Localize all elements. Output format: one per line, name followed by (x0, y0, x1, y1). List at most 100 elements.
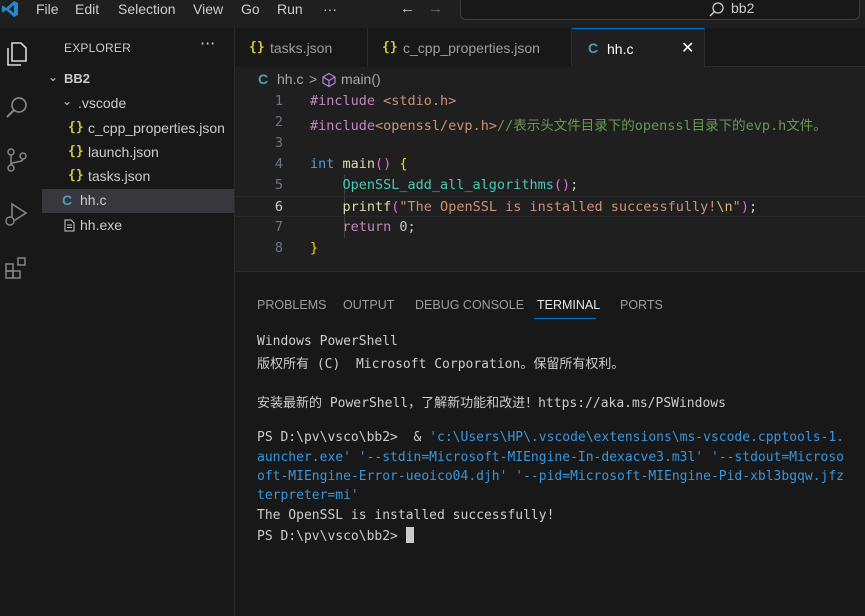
tree-file-hh-c[interactable]: C hh.c (42, 189, 234, 213)
tree-root-label: BB2 (64, 71, 91, 86)
sidebar-title: EXPLORER (64, 41, 131, 55)
code-line[interactable]: 4 int main() { (235, 154, 865, 175)
c-file-icon: C (62, 192, 73, 208)
panel-tab-debug-console[interactable]: DEBUG CONSOLE (415, 298, 524, 312)
terminal-line: The OpenSSL is installed successfully! (257, 507, 555, 523)
breadcrumb-symbol[interactable]: main() (341, 71, 381, 87)
code-text: } (310, 240, 319, 256)
json-file-icon: {} (249, 40, 265, 55)
line-number: 8 (274, 240, 283, 256)
chevron-down-icon: ⌄ (62, 94, 73, 108)
terminal-line: terpreter=mi' (257, 488, 359, 504)
c-file-icon: C (258, 71, 269, 87)
line-number: 7 (274, 219, 283, 235)
tree-file-c-cpp-properties[interactable]: {} c_cpp_properties.json (42, 117, 234, 141)
code-editor[interactable]: 1 #include <stdio.h> 2 #include<openssl/… (235, 91, 865, 271)
code-text: #include <stdio.h> (310, 93, 457, 109)
code-line-current[interactable]: 6 printf("The OpenSSL is installed succe… (235, 196, 865, 217)
activity-bar (0, 28, 42, 616)
code-line[interactable]: 3 (235, 133, 865, 154)
code-line[interactable]: 7 return 0; (235, 217, 865, 238)
terminal[interactable]: Windows PowerShell 版权所有 (C) Microsoft Co… (257, 334, 865, 546)
breadcrumb-separator: > (309, 71, 318, 87)
chevron-down-icon: ⌄ (48, 70, 59, 84)
more-actions-icon[interactable]: ··· (200, 34, 215, 53)
tab-label: c_cpp_properties.json (403, 40, 540, 56)
tab-hh-c[interactable]: C hh.c ✕ (572, 28, 705, 67)
line-number: 3 (274, 135, 283, 151)
code-text: OpenSSL_add_all_algorithms(); (310, 177, 579, 193)
explorer-sidebar: EXPLORER ··· ⌄ BB2 ⌄ .vscode {} c_cpp_pr… (42, 28, 235, 616)
line-number: 2 (274, 114, 283, 130)
code-text: int main() { (310, 156, 408, 172)
close-icon[interactable]: ✕ (681, 38, 694, 58)
title-bar: File Edit Selection View Go Run ··· ← → … (0, 0, 865, 20)
code-text: return 0; (310, 219, 416, 235)
menu-view[interactable]: View (193, 0, 223, 20)
tree-root-bb2[interactable]: ⌄ BB2 (42, 68, 234, 92)
menu-more[interactable]: ··· (323, 0, 337, 20)
line-number: 4 (274, 156, 283, 172)
tree-file-label: launch.json (88, 144, 159, 160)
terminal-line: oft-MIEngine-Error-ueoico04.djh' '--pid=… (257, 469, 844, 485)
terminal-cursor (405, 526, 414, 543)
panel-tab-problems[interactable]: PROBLEMS (257, 298, 326, 312)
explorer-icon[interactable] (3, 40, 31, 68)
extensions-icon[interactable] (3, 254, 31, 282)
menu-edit[interactable]: Edit (75, 0, 99, 20)
terminal-prompt: PS D:\pv\vsco\bb2> (257, 528, 406, 544)
search-icon (709, 2, 724, 17)
code-text: printf("The OpenSSL is installed success… (310, 199, 758, 215)
menu-selection[interactable]: Selection (118, 0, 176, 20)
tree-folder-label: .vscode (78, 95, 127, 111)
panel-tab-output[interactable]: OUTPUT (343, 298, 394, 312)
tab-label: hh.c (607, 41, 634, 57)
method-symbol-icon (322, 72, 336, 88)
menu-go[interactable]: Go (241, 0, 260, 20)
breadcrumb-file[interactable]: hh.c (277, 71, 303, 87)
tree-file-label: c_cpp_properties.json (88, 120, 225, 136)
tree-file-hh-exe[interactable]: hh.exe (42, 214, 234, 238)
source-control-icon[interactable] (3, 146, 31, 174)
json-file-icon: {} (68, 120, 84, 135)
forward-arrow-icon[interactable]: → (428, 0, 443, 17)
json-file-icon: {} (382, 40, 398, 55)
terminal-line: 版权所有 (C) Microsoft Corporation。保留所有权利。 (257, 357, 625, 373)
tree-file-launch-json[interactable]: {} launch.json (42, 141, 234, 165)
panel-tab-terminal[interactable]: TERMINAL (537, 298, 600, 312)
tab-label: tasks.json (270, 40, 333, 56)
terminal-line: PS D:\pv\vsco\bb2> & 'c:\Users\HP\.vscod… (257, 430, 845, 446)
code-line[interactable]: 5 OpenSSL_add_all_algorithms(); (235, 175, 865, 196)
back-arrow-icon[interactable]: ← (400, 0, 415, 17)
terminal-line: Windows PowerShell (257, 334, 398, 349)
menu-run[interactable]: Run (277, 0, 303, 20)
tab-tasks-json[interactable]: {} tasks.json (235, 28, 368, 67)
line-number: 6 (274, 199, 283, 215)
active-tab-indicator (534, 318, 596, 319)
tree-file-label: hh.c (80, 192, 107, 208)
command-center[interactable] (460, 0, 860, 20)
code-line[interactable]: 8 } (235, 238, 865, 259)
code-line[interactable]: 1 #include <stdio.h> (235, 91, 865, 112)
tree-file-label: hh.exe (80, 217, 123, 233)
tree-folder-vscode[interactable]: ⌄ .vscode (42, 92, 234, 116)
terminal-line: auncher.exe' '--stdin=Microsoft-MIEngine… (257, 449, 844, 465)
breadcrumb: C hh.c > main() (235, 67, 865, 91)
panel-tab-ports[interactable]: PORTS (620, 298, 663, 312)
terminal-prompt-line[interactable]: PS D:\pv\vsco\bb2> (257, 526, 865, 546)
vscode-logo-icon[interactable] (1, 0, 19, 18)
c-file-icon: C (588, 40, 599, 56)
run-debug-icon[interactable] (3, 200, 31, 228)
json-file-icon: {} (68, 144, 84, 159)
editor-tab-bar: {} tasks.json {} c_cpp_properties.json C… (235, 28, 865, 67)
tree-file-tasks-json[interactable]: {} tasks.json (42, 165, 234, 189)
line-number: 5 (274, 177, 283, 193)
tree-file-label: tasks.json (88, 168, 151, 184)
tab-c-cpp-properties[interactable]: {} c_cpp_properties.json (368, 28, 572, 67)
search-icon[interactable] (3, 94, 31, 122)
code-line[interactable]: 2 #include<openssl/evp.h>//表示头文件目录下的open… (235, 112, 865, 134)
menu-file[interactable]: File (36, 0, 59, 20)
bottom-panel: PROBLEMS OUTPUT DEBUG CONSOLE TERMINAL P… (235, 271, 865, 616)
